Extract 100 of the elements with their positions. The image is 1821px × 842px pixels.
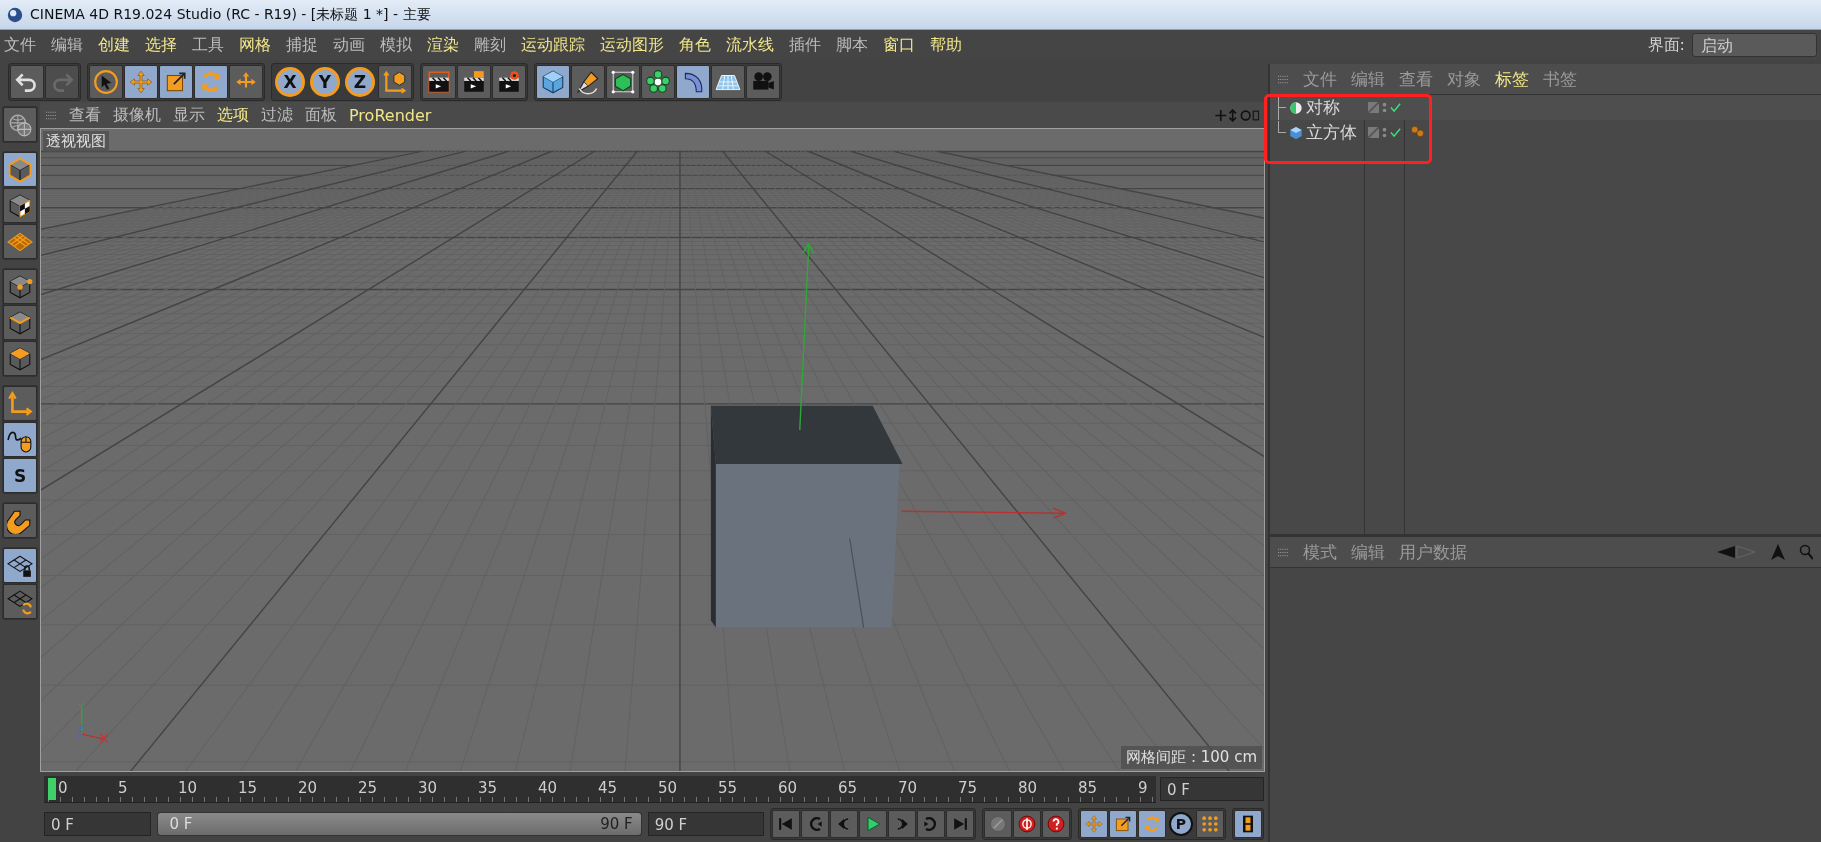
attribute-manager-menu-item[interactable]: 编辑 <box>1351 540 1385 564</box>
menu-item[interactable]: 动画 <box>333 34 365 56</box>
z-axis-button[interactable]: Z <box>345 67 375 97</box>
record-button[interactable] <box>984 810 1012 838</box>
layout-dropdown[interactable]: 启动 <box>1692 33 1817 57</box>
render-button[interactable] <box>457 65 491 99</box>
layer-swatch-icon[interactable] <box>1368 102 1379 113</box>
attribute-manager-menu-item[interactable]: 用户数据 <box>1399 540 1467 564</box>
key-point-level-button[interactable] <box>1196 810 1224 838</box>
render-view-button[interactable] <box>422 65 456 99</box>
visibility-dots-icon[interactable] <box>1382 101 1387 114</box>
menu-item[interactable]: 窗口 <box>883 34 915 56</box>
menu-item[interactable]: 雕刻 <box>474 34 506 56</box>
object-name[interactable]: 立方体 <box>1306 121 1357 144</box>
start-frame-field[interactable]: 0 F <box>44 812 151 836</box>
viewport-menu-item[interactable]: 摄像机 <box>113 104 161 126</box>
attribute-manager-menu-item[interactable]: 模式 <box>1303 540 1337 564</box>
viewport-menu-item[interactable]: 选项 <box>217 104 249 126</box>
deformer-button[interactable] <box>676 65 710 99</box>
object-manager-menu-item[interactable]: 文件 <box>1303 67 1337 91</box>
menu-item[interactable]: 选择 <box>145 34 177 56</box>
autokey-button[interactable] <box>1013 810 1041 838</box>
object-manager-menu-item[interactable]: 编辑 <box>1351 67 1385 91</box>
next-key-button[interactable] <box>917 810 945 838</box>
transform-tool-button[interactable] <box>229 65 263 99</box>
enabled-check-icon[interactable] <box>1390 102 1401 113</box>
y-axis-button[interactable]: Y <box>310 67 340 97</box>
menu-item[interactable]: 模拟 <box>380 34 412 56</box>
back-forward-arrows-icon[interactable] <box>1717 544 1757 560</box>
key-parameter-button[interactable]: P <box>1169 812 1193 836</box>
workplane-sync-button[interactable] <box>3 584 37 619</box>
cube-object-button[interactable] <box>536 65 570 99</box>
go-to-end-button[interactable] <box>946 810 974 838</box>
menu-item[interactable]: 渲染 <box>427 34 459 56</box>
current-frame-field[interactable]: 0 F <box>1160 777 1264 801</box>
key-selection-button[interactable] <box>1042 810 1070 838</box>
key-position-button[interactable] <box>1080 810 1108 838</box>
viewport-menu-item[interactable]: 过滤 <box>261 104 293 126</box>
menu-item[interactable]: 网格 <box>239 34 271 56</box>
select-tool-button[interactable] <box>89 65 123 99</box>
x-axis-button[interactable]: X <box>275 67 305 97</box>
object-manager-menu-item[interactable]: 书签 <box>1543 67 1577 91</box>
timeline-ruler[interactable]: 0 5 10 15 20 25 30 35 40 45 50 55 60 65 70 75 80 85 9 <box>44 775 1156 803</box>
menu-item[interactable]: 工具 <box>192 34 224 56</box>
pen-spline-button[interactable] <box>571 65 605 99</box>
key-rotation-button[interactable] <box>1138 810 1166 838</box>
axis-mode-button[interactable] <box>3 386 37 421</box>
menu-item[interactable]: 运动图形 <box>600 34 664 56</box>
model-mode-button[interactable] <box>3 152 37 187</box>
material-tag-icon[interactable] <box>1410 125 1425 138</box>
object-manager-menu-item[interactable]: 对象 <box>1447 67 1481 91</box>
polygons-mode-button[interactable] <box>3 341 37 376</box>
menu-item[interactable]: 捕捉 <box>286 34 318 56</box>
floor-button[interactable] <box>711 65 745 99</box>
layer-swatch-icon[interactable] <box>1368 127 1379 138</box>
previous-key-button[interactable] <box>801 810 829 838</box>
subdivision-button[interactable] <box>606 65 640 99</box>
menu-item[interactable]: 运动跟踪 <box>521 34 585 56</box>
visibility-dots-icon[interactable] <box>1382 126 1387 139</box>
frame-range-slider[interactable]: 0 F 90 F <box>156 812 642 836</box>
move-tool-button[interactable] <box>124 65 158 99</box>
viewport-menu-item[interactable]: 查看 <box>69 104 101 126</box>
workplane-mode-button[interactable] <box>3 224 37 259</box>
key-scale-button[interactable] <box>1109 810 1137 838</box>
points-mode-button[interactable] <box>3 269 37 304</box>
rotate-tool-button[interactable] <box>194 65 228 99</box>
render-settings-button[interactable] <box>492 65 526 99</box>
menu-item[interactable]: 流水线 <box>726 34 774 56</box>
previous-frame-button[interactable] <box>830 810 858 838</box>
tweak-mode-button[interactable] <box>3 422 37 457</box>
coordinate-system-button[interactable] <box>378 65 412 99</box>
texture-mode-button[interactable] <box>3 188 37 223</box>
timeline-button[interactable] <box>1234 810 1262 838</box>
menu-item[interactable]: 编辑 <box>51 34 83 56</box>
snap-button[interactable] <box>3 503 37 538</box>
object-manager-menu-item[interactable]: 标签 <box>1495 67 1529 91</box>
viewport-menu-item[interactable]: 面板 <box>305 104 337 126</box>
lock-workplane-button[interactable] <box>3 548 37 583</box>
enabled-check-icon[interactable] <box>1390 127 1401 138</box>
menu-item[interactable]: 帮助 <box>930 34 962 56</box>
object-manager-menu-item[interactable]: 查看 <box>1399 67 1433 91</box>
cloner-button[interactable] <box>641 65 675 99</box>
go-to-start-button[interactable] <box>772 810 800 838</box>
menu-item[interactable]: 文件 <box>4 34 36 56</box>
solo-button[interactable]: S <box>3 458 37 493</box>
menu-item[interactable]: 创建 <box>98 34 130 56</box>
next-frame-button[interactable] <box>888 810 916 838</box>
viewport[interactable]: 透视视图 网格间距 : 100 cm <box>40 128 1265 772</box>
world-axis-button[interactable] <box>3 107 37 142</box>
object-name[interactable]: 对称 <box>1306 96 1340 119</box>
menu-item[interactable]: 角色 <box>679 34 711 56</box>
viewport-menu-item[interactable]: ProRender <box>349 105 432 125</box>
end-frame-field[interactable]: 90 F <box>647 812 764 836</box>
undo-button[interactable] <box>10 65 44 99</box>
edges-mode-button[interactable] <box>3 305 37 340</box>
play-button[interactable] <box>859 810 887 838</box>
menu-item[interactable]: 脚本 <box>836 34 868 56</box>
scale-tool-button[interactable] <box>159 65 193 99</box>
menu-item[interactable]: 插件 <box>789 34 821 56</box>
viewport-menu-item[interactable]: 显示 <box>173 104 205 126</box>
